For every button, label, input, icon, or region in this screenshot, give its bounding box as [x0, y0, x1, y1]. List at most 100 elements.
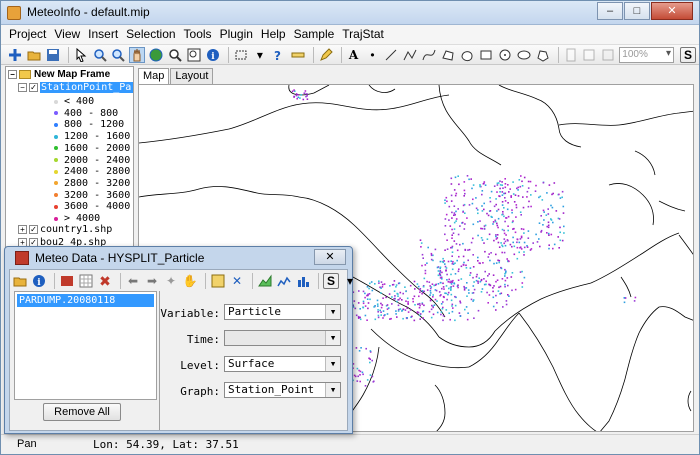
app-icon — [7, 6, 21, 20]
forward-arrow-icon[interactable]: ➡ — [144, 273, 160, 289]
collapse-icon[interactable]: − — [8, 70, 17, 79]
svg-text:?: ? — [274, 49, 281, 62]
legend-symbol-icon — [54, 193, 58, 198]
status-bar: Pan Lon: 54.39, Lat: 37.51 — [1, 434, 699, 454]
legend-symbol-icon — [54, 169, 58, 174]
menu-help[interactable]: Help — [257, 25, 290, 44]
page-zoom-icon[interactable] — [600, 47, 616, 63]
expand-icon[interactable]: + — [18, 225, 27, 234]
menu-sample[interactable]: Sample — [290, 25, 339, 44]
pan-hand-icon[interactable] — [129, 46, 146, 63]
open-folder-icon[interactable] — [12, 273, 28, 289]
edit-icon[interactable] — [318, 47, 334, 63]
legend-symbol-icon — [54, 158, 58, 162]
section-plot-icon[interactable] — [257, 273, 273, 289]
menu-trajstat[interactable]: TrajStat — [338, 25, 388, 44]
line-tool-icon[interactable] — [383, 47, 399, 63]
open-folder-icon[interactable] — [26, 47, 42, 63]
layer-node-country1[interactable]: + ✓ country1.shp — [18, 223, 112, 236]
point-tool-icon[interactable]: • — [365, 47, 381, 63]
zoom-full-icon[interactable] — [167, 47, 183, 63]
script-icon[interactable]: S — [323, 273, 339, 289]
dialog-title-bar: Meteo Data - HYSPLIT_Particle — [15, 251, 204, 265]
collapse-icon[interactable]: − — [18, 83, 27, 92]
menu-view[interactable]: View — [50, 25, 84, 44]
menu-project[interactable]: Project — [5, 25, 50, 44]
timeseries-plot-icon[interactable] — [276, 273, 292, 289]
zoom-layer-icon[interactable] — [186, 47, 202, 63]
curve-tool-icon[interactable] — [421, 47, 437, 63]
dialog-title: Meteo Data - HYSPLIT_Particle — [35, 251, 205, 265]
freehand-tool-icon[interactable] — [535, 47, 551, 63]
time-combo[interactable] — [224, 330, 341, 346]
page-icon[interactable] — [563, 47, 579, 63]
meteo-data-icon — [15, 251, 29, 265]
map-frame-node[interactable]: − New Map Frame — [8, 68, 110, 81]
zoom-level-combo[interactable]: 100% — [619, 46, 674, 63]
menu-selection[interactable]: Selection — [122, 25, 179, 44]
polyline-tool-icon[interactable] — [402, 47, 418, 63]
graph-combo[interactable]: Station_Point — [224, 382, 341, 398]
select-rect-icon[interactable] — [233, 47, 249, 63]
variable-combo[interactable]: Particle — [224, 304, 341, 320]
help-icon[interactable]: ? — [271, 47, 287, 63]
meteo-data-dialog: Meteo Data - HYSPLIT_Particle ✕ i ✖ ⬅ ➡ … — [4, 246, 353, 434]
dialog-toolbar: i ✖ ⬅ ➡ ✦ ✋ ✕ S ▾ — [12, 272, 361, 290]
stop-icon[interactable]: ✋ — [182, 273, 198, 289]
script-icon[interactable]: S — [680, 46, 696, 63]
legend-symbol-icon — [54, 122, 58, 127]
back-arrow-icon[interactable]: ⬅ — [125, 273, 141, 289]
grid-icon[interactable] — [78, 273, 94, 289]
text-tool-icon[interactable]: A — [346, 47, 362, 63]
file-list[interactable]: PARDUMP.20080118 — [14, 291, 157, 400]
page-fit-icon[interactable] — [581, 47, 597, 63]
close-button[interactable]: ✕ — [651, 2, 693, 20]
zoom-in-icon[interactable] — [92, 47, 108, 63]
layer-checkbox[interactable]: ✓ — [29, 83, 38, 92]
graph-label: Graph: — [180, 385, 220, 398]
animate-icon[interactable]: ✦ — [163, 273, 179, 289]
dialog-close-button[interactable]: ✕ — [314, 249, 346, 265]
layer-node-stationpoint[interactable]: − ✓ StationPoint_Partic — [18, 81, 133, 94]
data-info-icon[interactable] — [59, 273, 75, 289]
add-layer-icon[interactable] — [7, 47, 23, 63]
remove-all-button[interactable]: Remove All — [43, 403, 121, 421]
frame-icon — [19, 70, 31, 79]
legend-symbol-icon — [54, 146, 58, 151]
info-icon[interactable]: i — [31, 273, 47, 289]
minimize-button[interactable]: – — [597, 2, 623, 20]
settings-tools-icon[interactable]: ✕ — [229, 273, 245, 289]
rectangle-tool-icon[interactable] — [478, 47, 494, 63]
variable-label: Variable: — [160, 307, 220, 320]
file-list-item[interactable]: PARDUMP.20080118 — [17, 294, 154, 307]
svg-text:i: i — [211, 52, 215, 62]
circle-tool-icon[interactable] — [497, 47, 513, 63]
layer-checkbox[interactable]: ✓ — [29, 225, 38, 234]
stat-plot-icon[interactable] — [295, 273, 311, 289]
measure-icon[interactable] — [290, 47, 306, 63]
dropdown-icon[interactable]: ▾ — [342, 273, 358, 289]
identify-icon[interactable]: i — [205, 47, 221, 63]
maximize-button[interactable]: □ — [624, 2, 650, 20]
legend-symbol-icon — [54, 181, 58, 186]
polygon-tool-icon[interactable] — [440, 47, 456, 63]
dropdown-icon[interactable]: ▾ — [252, 47, 268, 63]
tab-layout[interactable]: Layout — [170, 68, 214, 84]
legend-symbol-icon — [54, 216, 58, 221]
dialog-body: i ✖ ⬅ ➡ ✦ ✋ ✕ S ▾ PARDUMP.20080118 Remov… — [9, 269, 353, 431]
select-arrow-icon[interactable] — [73, 47, 89, 63]
draw-icon[interactable] — [210, 273, 226, 289]
tab-map[interactable]: Map — [138, 68, 170, 84]
menu-plugin[interactable]: Plugin — [216, 25, 257, 44]
curve-polygon-icon[interactable] — [459, 47, 475, 63]
ellipse-tool-icon[interactable] — [516, 47, 532, 63]
svg-text:i: i — [37, 278, 41, 288]
legend-symbol-icon — [54, 99, 58, 104]
remove-icon[interactable]: ✖ — [97, 273, 113, 289]
save-icon[interactable] — [45, 47, 61, 63]
zoom-out-icon[interactable] — [111, 47, 127, 63]
globe-icon[interactable] — [148, 47, 164, 63]
menu-tools[interactable]: Tools — [180, 25, 216, 44]
menu-insert[interactable]: Insert — [84, 25, 122, 44]
level-combo[interactable]: Surface — [224, 356, 341, 372]
